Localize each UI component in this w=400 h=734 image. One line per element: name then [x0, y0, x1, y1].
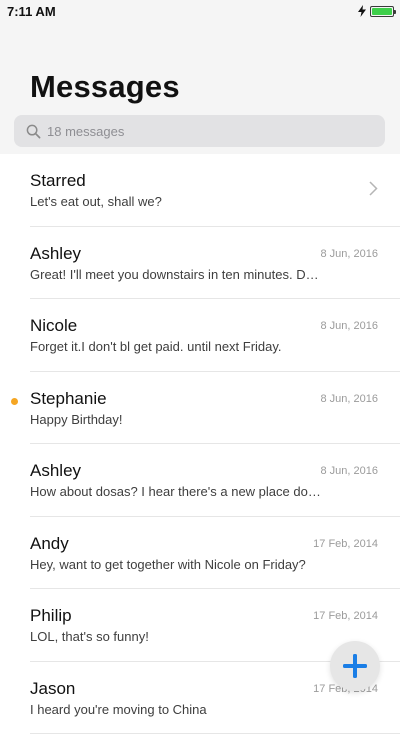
status-bar: 7:11 AM	[0, 0, 400, 24]
conversation-row[interactable]: Ashley How about dosas? I hear there's a …	[0, 444, 400, 517]
conversation-name: Philip	[30, 606, 72, 626]
plus-icon	[342, 653, 368, 679]
unread-dot-icon	[11, 398, 18, 405]
conversation-preview: Forget it.I don't bl get paid. until nex…	[30, 339, 322, 354]
conversation-name: Nicole	[30, 316, 77, 336]
conversation-row[interactable]: Andy Hey, want to get together with Nicol…	[0, 517, 400, 590]
status-time: 7:11 AM	[7, 4, 56, 19]
conversation-name: Andy	[30, 534, 69, 554]
conversation-date: 8 Jun, 2016	[321, 248, 379, 260]
compose-button[interactable]	[330, 641, 380, 691]
header-area: 7:11 AM Messages	[0, 0, 400, 154]
search-bar[interactable]	[14, 115, 385, 147]
conversation-date: 8 Jun, 2016	[321, 393, 379, 405]
battery-icon	[370, 6, 394, 17]
search-icon	[26, 124, 41, 139]
conversation-preview: LOL, that's so funny!	[30, 629, 322, 644]
conversation-date: 8 Jun, 2016	[321, 320, 379, 332]
conversation-preview: How about dosas? I hear there's a new pl…	[30, 484, 322, 499]
conversation-name: Ashley	[30, 461, 81, 481]
chevron-right-icon	[369, 181, 378, 196]
conversation-date: 17 Feb, 2014	[313, 538, 378, 550]
conversation-date: 8 Jun, 2016	[321, 465, 379, 477]
conversation-row[interactable]: Starred Let's eat out, shall we?	[0, 154, 400, 227]
conversation-name: Jason	[30, 679, 75, 699]
status-indicators	[358, 5, 394, 17]
conversation-name: Starred	[30, 171, 86, 191]
conversation-preview: Happy Birthday!	[30, 412, 322, 427]
charging-bolt-icon	[358, 5, 366, 17]
conversation-preview: Hey, want to get together with Nicole on…	[30, 557, 322, 572]
conversation-preview: Great! I'll meet you downstairs in ten m…	[30, 267, 322, 282]
conversation-row[interactable]: Nicole Forget it.I don't bl get paid. unt…	[0, 299, 400, 372]
conversation-name: Stephanie	[30, 389, 107, 409]
battery-level	[372, 8, 392, 15]
conversation-preview: I heard you're moving to China	[30, 702, 322, 717]
conversation-name: Ashley	[30, 244, 81, 264]
conversation-row[interactable]: Stephanie Happy Birthday! 8 Jun, 2016	[0, 372, 400, 445]
search-input[interactable]	[47, 124, 347, 139]
page-title: Messages	[30, 69, 180, 105]
conversation-row[interactable]: Ashley Great! I'll meet you downstairs in…	[0, 227, 400, 300]
conversation-preview: Let's eat out, shall we?	[30, 194, 322, 209]
conversation-date: 17 Feb, 2014	[313, 610, 378, 622]
